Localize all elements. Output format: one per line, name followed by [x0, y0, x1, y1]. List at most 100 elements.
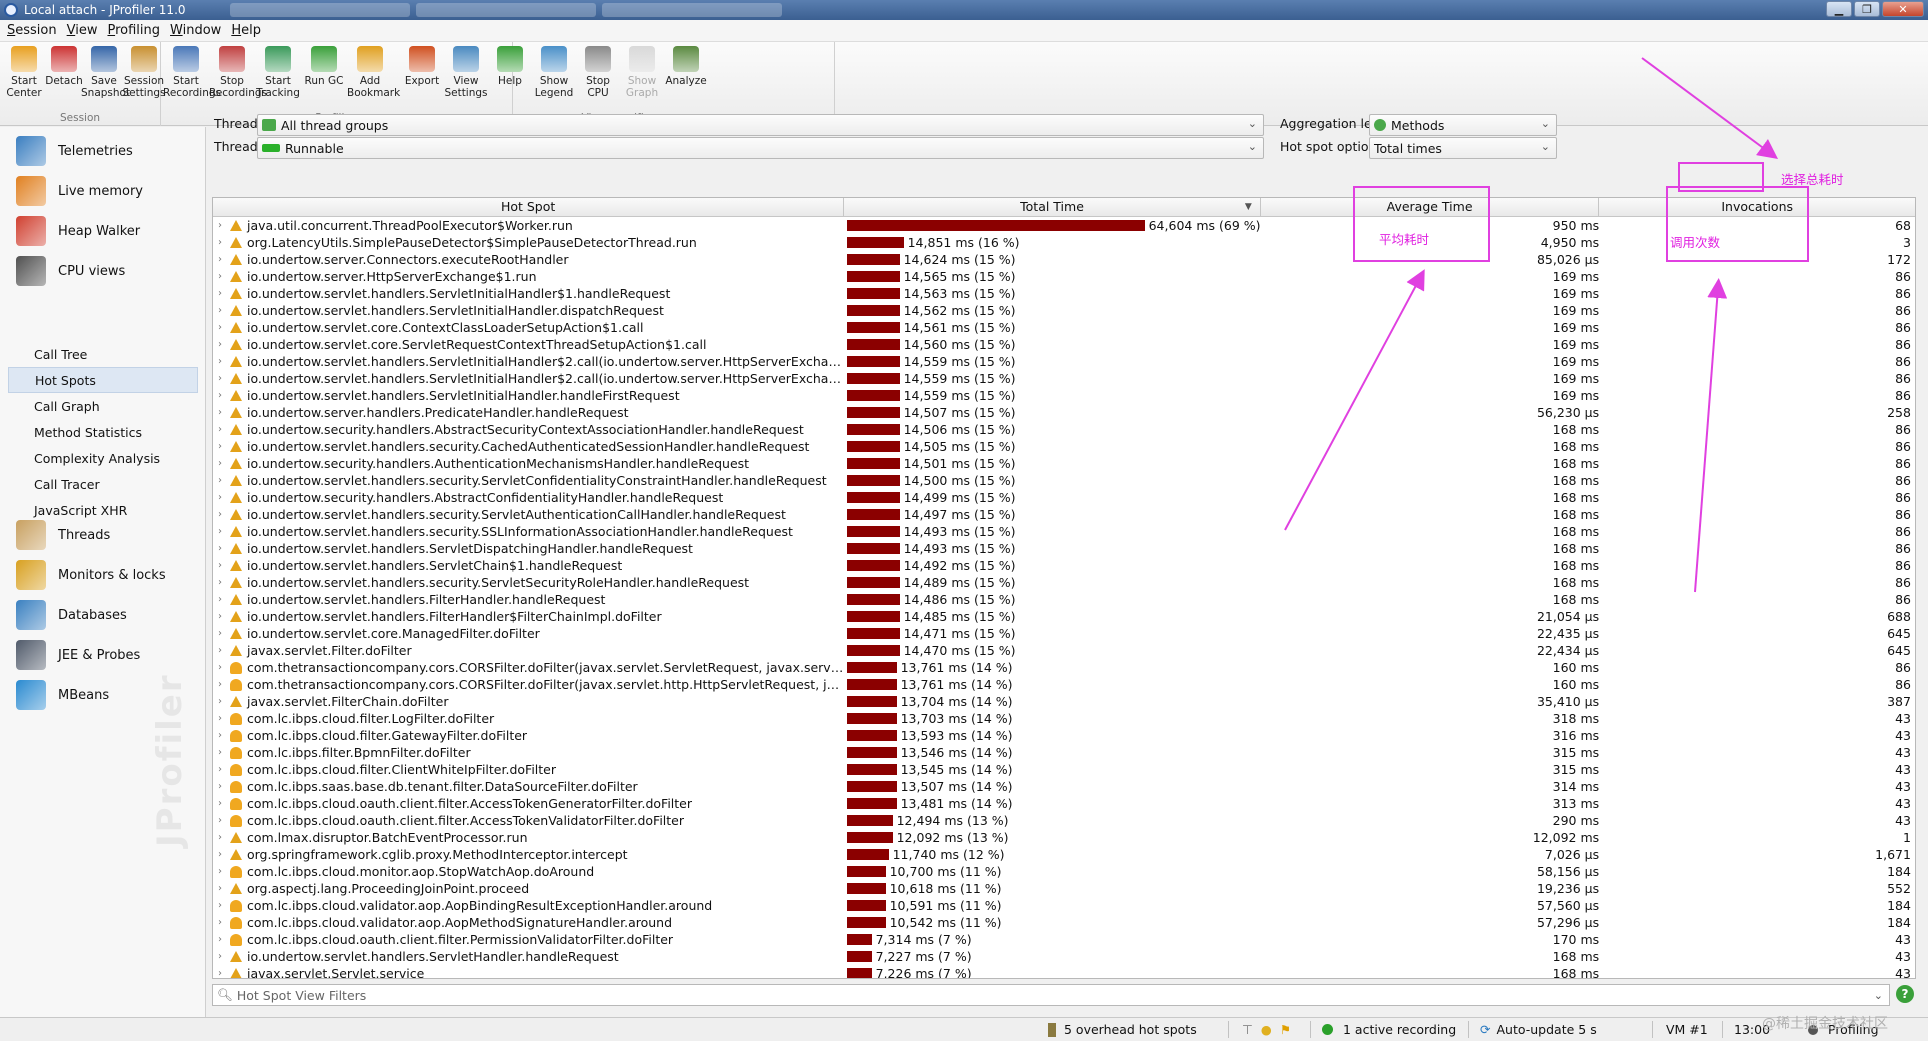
thread-status-combo[interactable]: Runnable ⌄: [257, 137, 1264, 159]
table-row[interactable]: › io.undertow.servlet.core.ContextClassLo…: [213, 319, 1915, 336]
expand-chevron-icon[interactable]: ›: [213, 608, 227, 625]
expand-chevron-icon[interactable]: ›: [213, 880, 227, 897]
expand-chevron-icon[interactable]: ›: [213, 625, 227, 642]
expand-chevron-icon[interactable]: ›: [213, 693, 227, 710]
table-row[interactable]: › javax.servlet.FilterChain.doFilter 13,70…: [213, 693, 1915, 710]
table-row[interactable]: › io.undertow.servlet.handlers.ServletIni…: [213, 387, 1915, 404]
table-row[interactable]: › io.undertow.servlet.handlers.security.S…: [213, 574, 1915, 591]
nav-databases[interactable]: Databases: [0, 595, 206, 635]
table-row[interactable]: › io.undertow.servlet.handlers.security.S…: [213, 523, 1915, 540]
minimize-button[interactable]: ▁: [1826, 1, 1852, 17]
table-row[interactable]: › io.undertow.server.Connectors.executeRo…: [213, 251, 1915, 268]
table-row[interactable]: › com.lc.ibps.filter.BpmnFilter.doFilter 1…: [213, 744, 1915, 761]
expand-chevron-icon[interactable]: ›: [213, 642, 227, 659]
lightbulb-icon[interactable]: ●: [1261, 1022, 1272, 1037]
table-row[interactable]: › com.lc.ibps.cloud.oauth.client.filter.P…: [213, 931, 1915, 948]
table-row[interactable]: › io.undertow.servlet.core.ServletRequest…: [213, 336, 1915, 353]
expand-chevron-icon[interactable]: ›: [213, 523, 227, 540]
table-row[interactable]: › org.LatencyUtils.SimplePauseDetector$Si…: [213, 234, 1915, 251]
table-row[interactable]: › com.lc.ibps.cloud.oauth.client.filter.A…: [213, 812, 1915, 829]
table-row[interactable]: › com.thetransactioncompany.cors.CORSFilt…: [213, 659, 1915, 676]
expand-chevron-icon[interactable]: ›: [213, 336, 227, 353]
expand-chevron-icon[interactable]: ›: [213, 948, 227, 965]
expand-chevron-icon[interactable]: ›: [213, 846, 227, 863]
overhead-hot-spots-status[interactable]: 5 overhead hot spots: [1048, 1022, 1197, 1037]
expand-chevron-icon[interactable]: ›: [213, 251, 227, 268]
hot-spot-filter-input[interactable]: 🔍︎ Hot Spot View Filters ⌄: [212, 984, 1890, 1006]
expand-chevron-icon[interactable]: ›: [213, 863, 227, 880]
expand-chevron-icon[interactable]: ›: [213, 710, 227, 727]
table-row[interactable]: › io.undertow.servlet.handlers.ServletHan…: [213, 948, 1915, 965]
hot-spot-options-combo[interactable]: Total times ⌄: [1369, 137, 1557, 159]
expand-chevron-icon[interactable]: ›: [213, 472, 227, 489]
nav-monitors-locks[interactable]: Monitors & locks: [0, 555, 206, 595]
table-row[interactable]: › com.lc.ibps.saas.base.db.tenant.filter.…: [213, 778, 1915, 795]
table-row[interactable]: › io.undertow.servlet.handlers.security.C…: [213, 438, 1915, 455]
table-row[interactable]: › java.util.concurrent.ThreadPoolExecutor…: [213, 217, 1915, 234]
expand-chevron-icon[interactable]: ›: [213, 914, 227, 931]
menu-help[interactable]: Help: [226, 23, 266, 38]
expand-chevron-icon[interactable]: ›: [213, 387, 227, 404]
table-row[interactable]: › io.undertow.servlet.handlers.ServletIni…: [213, 285, 1915, 302]
expand-chevron-icon[interactable]: ›: [213, 540, 227, 557]
start-recordings-button[interactable]: Start Recordings: [163, 46, 221, 99]
table-row[interactable]: › io.undertow.servlet.handlers.ServletDis…: [213, 540, 1915, 557]
table-row[interactable]: › javax.servlet.Servlet.service 7,226 ms (…: [213, 965, 1915, 978]
table-row[interactable]: › io.undertow.servlet.handlers.ServletIni…: [213, 370, 1915, 387]
menu-view[interactable]: View: [62, 23, 103, 38]
expand-chevron-icon[interactable]: ›: [213, 234, 227, 251]
expand-chevron-icon[interactable]: ›: [213, 897, 227, 914]
expand-chevron-icon[interactable]: ›: [213, 353, 227, 370]
expand-chevron-icon[interactable]: ›: [213, 761, 227, 778]
table-row[interactable]: › io.undertow.servlet.handlers.ServletCha…: [213, 557, 1915, 574]
table-row[interactable]: › com.lc.ibps.cloud.filter.LogFilter.doFi…: [213, 710, 1915, 727]
pin-icon[interactable]: ⊤: [1242, 1022, 1253, 1037]
bookmark-button[interactable]: Add Bookmark: [347, 46, 400, 99]
expand-chevron-icon[interactable]: ›: [213, 778, 227, 795]
expand-chevron-icon[interactable]: ›: [213, 829, 227, 846]
flag-icon[interactable]: ⚑: [1280, 1022, 1291, 1037]
nav-call-graph[interactable]: Call Graph: [8, 393, 198, 419]
expand-chevron-icon[interactable]: ›: [213, 302, 227, 319]
expand-chevron-icon[interactable]: ›: [213, 370, 227, 387]
view-settings-button[interactable]: View Settings: [443, 46, 489, 99]
expand-chevron-icon[interactable]: ›: [213, 285, 227, 302]
table-row[interactable]: › io.undertow.security.handlers.AbstractC…: [213, 489, 1915, 506]
expand-chevron-icon[interactable]: ›: [213, 591, 227, 608]
table-row[interactable]: › com.lmax.disruptor.BatchEventProcessor.…: [213, 829, 1915, 846]
expand-chevron-icon[interactable]: ›: [213, 574, 227, 591]
nav-complexity-analysis[interactable]: Complexity Analysis: [8, 445, 198, 471]
table-row[interactable]: › io.undertow.servlet.core.ManagedFilter.…: [213, 625, 1915, 642]
table-row[interactable]: › io.undertow.servlet.handlers.FilterHand…: [213, 608, 1915, 625]
expand-chevron-icon[interactable]: ›: [213, 421, 227, 438]
table-row[interactable]: › io.undertow.security.handlers.Authentic…: [213, 455, 1915, 472]
expand-chevron-icon[interactable]: ›: [213, 676, 227, 693]
analyze-button[interactable]: Analyze: [663, 46, 709, 87]
column-total-time[interactable]: Total Time ▼: [844, 198, 1261, 217]
table-row[interactable]: › io.undertow.servlet.handlers.ServletIni…: [213, 302, 1915, 319]
table-row[interactable]: › javax.servlet.Filter.doFilter 14,470 ms …: [213, 642, 1915, 659]
table-row[interactable]: › com.lc.ibps.cloud.filter.ClientWhiteIpF…: [213, 761, 1915, 778]
maximize-button[interactable]: ❐: [1854, 1, 1880, 17]
table-row[interactable]: › io.undertow.server.HttpServerExchange$1…: [213, 268, 1915, 285]
nav-live-memory[interactable]: Live memory: [0, 171, 206, 211]
expand-chevron-icon[interactable]: ›: [213, 268, 227, 285]
auto-update-status[interactable]: ⟳ Auto-update 5 s: [1480, 1022, 1597, 1037]
table-row[interactable]: › com.lc.ibps.cloud.monitor.aop.StopWatch…: [213, 863, 1915, 880]
column-hot-spot[interactable]: Hot Spot: [213, 198, 845, 217]
start-tracking-button[interactable]: Start Tracking: [255, 46, 301, 99]
table-row[interactable]: › org.springframework.cglib.proxy.MethodI…: [213, 846, 1915, 863]
expand-chevron-icon[interactable]: ›: [213, 812, 227, 829]
table-row[interactable]: › io.undertow.security.handlers.AbstractS…: [213, 421, 1915, 438]
expand-chevron-icon[interactable]: ›: [213, 795, 227, 812]
stop-cpu-button[interactable]: Stop CPU: [575, 46, 621, 99]
nav-cpu-views[interactable]: CPU views: [0, 251, 206, 291]
table-row[interactable]: › com.lc.ibps.cloud.oauth.client.filter.A…: [213, 795, 1915, 812]
expand-chevron-icon[interactable]: ›: [213, 931, 227, 948]
nav-call-tracer[interactable]: Call Tracer: [8, 471, 198, 497]
export-button[interactable]: Export: [399, 46, 445, 87]
expand-chevron-icon[interactable]: ›: [213, 489, 227, 506]
help-button[interactable]: Help: [487, 46, 533, 87]
table-row[interactable]: › io.undertow.server.handlers.PredicateHa…: [213, 404, 1915, 421]
thread-selection-combo[interactable]: All thread groups ⌄: [257, 114, 1264, 136]
